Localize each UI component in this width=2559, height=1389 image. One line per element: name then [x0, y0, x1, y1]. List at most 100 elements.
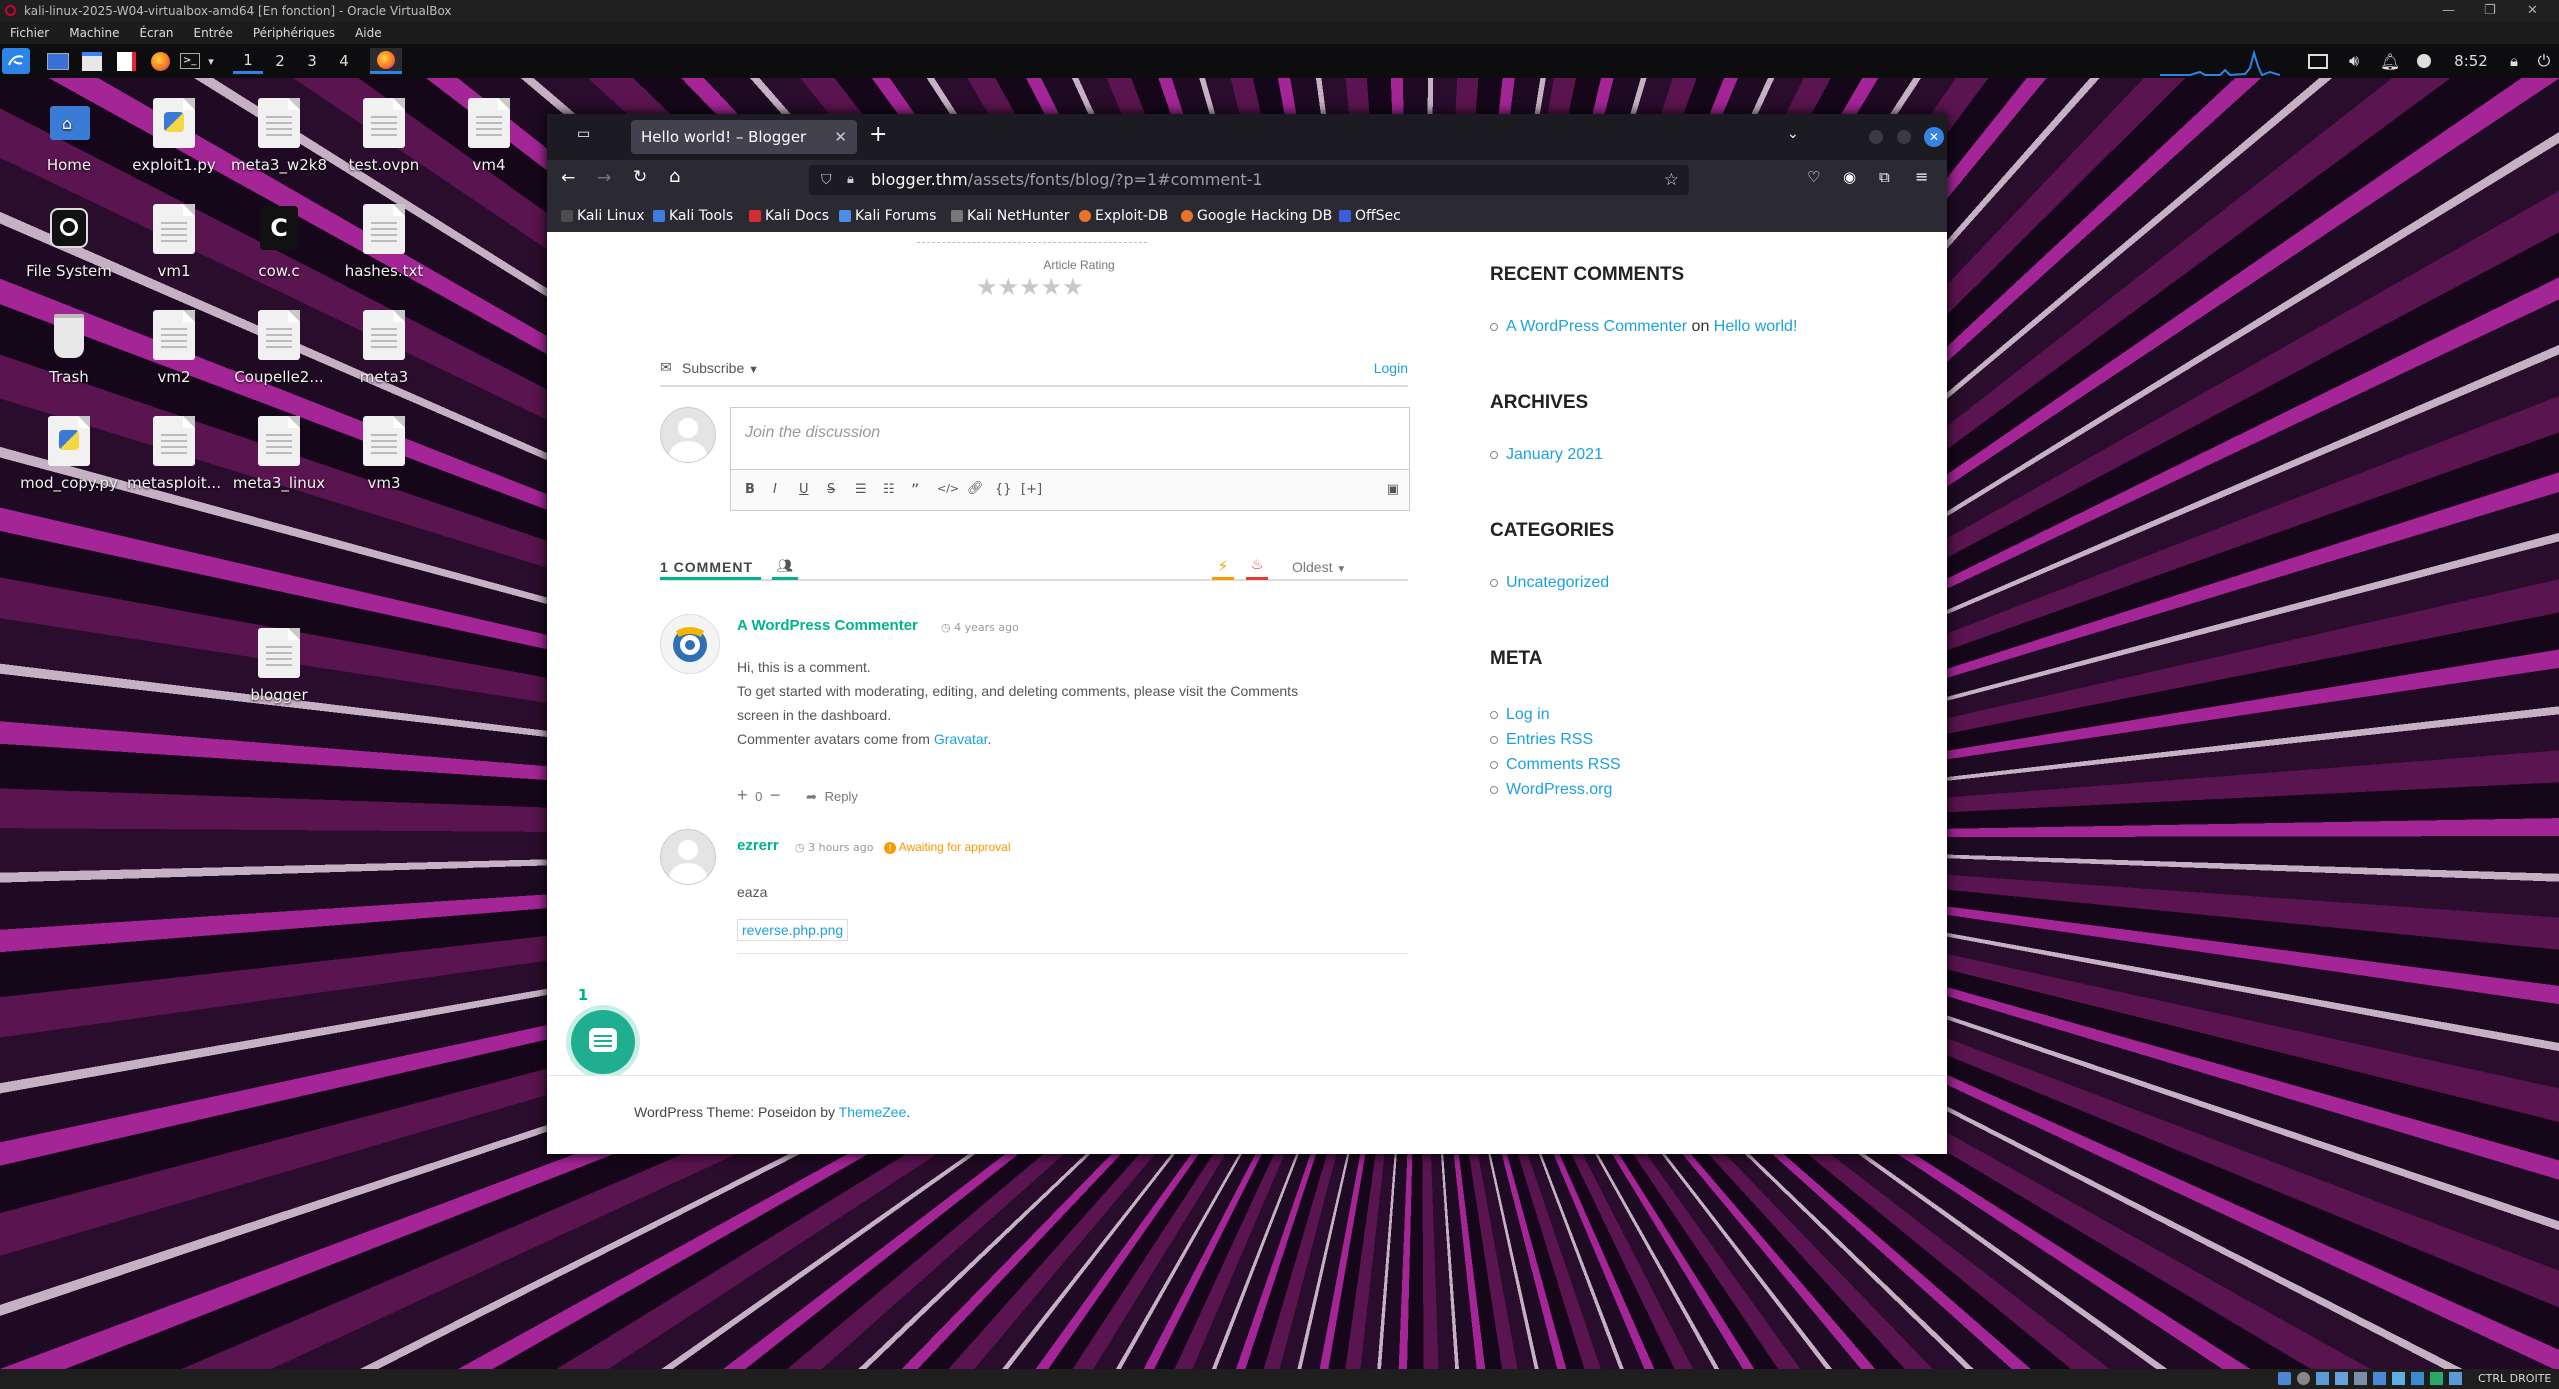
display-icon[interactable] [2306, 48, 2330, 74]
meta-login-link[interactable]: Log in [1506, 706, 1550, 723]
threads-users-icon[interactable]: 👥︎ [772, 559, 798, 580]
minimize-icon[interactable]: — [2442, 0, 2455, 22]
logout-icon[interactable]: ⏻ [2532, 48, 2556, 74]
rating-star-icon[interactable]: ★ [998, 273, 1020, 301]
desktop-icon-vm1[interactable]: vm1 [119, 204, 229, 280]
url-bar[interactable]: ⛉ 🔒︎ blogger.thm/assets/fonts/blog/?p=1#… [809, 165, 1689, 195]
power-indicator-icon[interactable] [2412, 48, 2436, 74]
menu-machine[interactable]: Machine [69, 26, 119, 40]
reply-arrow-icon[interactable]: ➦ [806, 789, 817, 804]
reply-link[interactable]: Reply [825, 789, 858, 804]
fire-icon[interactable]: ♨ [1246, 557, 1268, 580]
gravatar-link[interactable]: Gravatar [934, 731, 988, 747]
bold-button[interactable]: B [745, 482, 755, 497]
terminal-icon[interactable]: >_ [178, 48, 202, 74]
audio-status-icon[interactable] [2316, 1372, 2329, 1385]
firefox-view-icon[interactable]: ▭ [577, 126, 597, 146]
desktop-icon-meta3[interactable]: meta3 [329, 310, 439, 386]
workspace-1[interactable]: 1 [233, 48, 263, 74]
rating-star-icon[interactable]: ★ [1062, 273, 1084, 301]
bookmark-kali-tools[interactable]: Kali Tools [653, 200, 733, 232]
link-icon[interactable]: 🔗︎ [967, 481, 984, 496]
terminal-dropdown-icon[interactable]: ▾ [204, 48, 218, 74]
workspace-4[interactable]: 4 [329, 48, 359, 74]
window-close-button[interactable]: ✕ [1924, 127, 1944, 147]
menu-peripheriques[interactable]: Périphériques [253, 26, 335, 40]
close-icon[interactable]: ✕ [2527, 0, 2538, 22]
workspace-2[interactable]: 2 [265, 48, 295, 74]
comment-author-link[interactable]: ezrerr [737, 837, 779, 854]
desktop-icon-vm4[interactable]: vm4 [434, 98, 544, 174]
menu-fichier[interactable]: Fichier [10, 26, 49, 40]
recent-comment-author-link[interactable]: A WordPress Commenter [1506, 318, 1687, 335]
desktop-icon-test-ovpn[interactable]: test.ovpn [329, 98, 439, 174]
new-tab-plus-icon[interactable]: + [869, 122, 887, 147]
cpu-status-icon[interactable] [2430, 1372, 2443, 1385]
login-link[interactable]: Login [1374, 360, 1408, 376]
comment-bubble-button[interactable] [571, 1010, 635, 1074]
hamburger-menu-icon[interactable]: ≡ [1915, 167, 1928, 186]
desktop-icon-coupelle2[interactable]: Coupelle2... [224, 310, 334, 386]
list-all-tabs-chevron-down-icon[interactable]: ⌄ [1787, 126, 1799, 142]
display-status-icon[interactable] [2392, 1372, 2405, 1385]
bookmark-offsec[interactable]: OffSec [1339, 200, 1401, 232]
comment-time[interactable]: ◷ 4 years ago [941, 621, 1019, 634]
meta-wordpress-org-link[interactable]: WordPress.org [1506, 781, 1612, 798]
strikethrough-button[interactable]: S [827, 482, 835, 497]
text-editor-icon[interactable] [114, 48, 138, 74]
notification-bell-icon[interactable]: 🔔︎ [2378, 48, 2402, 74]
desktop-icon-exploit1[interactable]: exploit1.py [119, 98, 229, 174]
desktop-icon-trash[interactable]: Trash [14, 310, 124, 386]
optical-drive-status-icon[interactable] [2297, 1372, 2310, 1385]
underline-button[interactable]: U [799, 482, 809, 497]
desktop-icon-meta3-linux[interactable]: meta3_linux [224, 416, 334, 492]
window-minimize-button[interactable] [1869, 130, 1883, 144]
menu-aide[interactable]: Aide [355, 26, 382, 40]
extensions-puzzle-icon[interactable]: ⧉ [1879, 168, 1890, 186]
bookmark-google-hacking-db[interactable]: Google Hacking DB [1181, 200, 1332, 232]
network-status-icon[interactable] [2335, 1372, 2348, 1385]
desktop-icon-blogger[interactable]: blogger [224, 628, 334, 704]
reload-icon[interactable]: ↻ [633, 167, 647, 187]
italic-button[interactable]: I [773, 482, 777, 497]
downvote-minus-icon[interactable]: − [770, 785, 781, 805]
rating-star-icon[interactable]: ★ [976, 273, 998, 301]
comment-time[interactable]: ◷ 3 hours ago [795, 841, 873, 854]
upvote-plus-icon[interactable]: + [737, 785, 748, 805]
hdd-status-icon[interactable] [2278, 1372, 2291, 1385]
bookmark-exploit-db[interactable]: Exploit-DB [1079, 200, 1168, 232]
meta-comments-rss-link[interactable]: Comments RSS [1506, 756, 1621, 773]
rating-star-icon[interactable]: ★ [1041, 273, 1063, 301]
desktop-icon-vm2[interactable]: vm2 [119, 310, 229, 386]
archive-link[interactable]: January 2021 [1506, 446, 1603, 463]
tab-close-icon[interactable]: ✕ [834, 120, 847, 154]
file-manager-icon[interactable] [80, 48, 104, 74]
spoiler-button[interactable]: [+] [1021, 482, 1042, 497]
menu-ecran[interactable]: Écran [139, 26, 173, 40]
comment-count-tab[interactable]: 1 COMMENT [660, 559, 761, 580]
window-maximize-button[interactable] [1897, 130, 1911, 144]
desktop-icon-file-system[interactable]: File System [14, 204, 124, 280]
volume-icon[interactable]: 🔊︎ [2342, 48, 2366, 74]
usb-status-icon[interactable] [2354, 1372, 2367, 1385]
forward-arrow-icon[interactable]: → [597, 168, 611, 188]
bookmark-kali-nethunter[interactable]: Kali NetHunter [951, 200, 1069, 232]
tab-hello-world[interactable]: Hello world! – Blogger ✕ [631, 120, 857, 154]
back-arrow-icon[interactable]: ← [561, 168, 575, 188]
category-link[interactable]: Uncategorized [1506, 574, 1609, 591]
shared-folders-status-icon[interactable] [2373, 1372, 2386, 1385]
desktop-icon-cow-c[interactable]: C cow.c [224, 204, 334, 280]
home-icon[interactable]: ⌂ [669, 166, 680, 187]
desktop-icon-mod-copy[interactable]: mod_copy.py [14, 416, 124, 492]
maximize-icon[interactable]: ❐ [2484, 0, 2496, 22]
tracking-protection-shield-icon[interactable]: ⛉ [821, 165, 832, 195]
panel-clock[interactable]: 8:52 [2446, 48, 2496, 74]
comment-textarea[interactable]: Join the discussion [730, 407, 1410, 470]
taskbar-firefox-window[interactable] [370, 48, 402, 74]
meta-entries-rss-link[interactable]: Entries RSS [1506, 731, 1593, 748]
attachment-link[interactable]: reverse.php.png [737, 919, 849, 941]
menu-entree[interactable]: Entrée [194, 26, 233, 40]
subscribe-dropdown[interactable]: Subscribe ▼ [682, 360, 759, 376]
show-desktop-icon[interactable] [46, 48, 70, 74]
bookmark-kali-linux[interactable]: Kali Linux [561, 200, 644, 232]
